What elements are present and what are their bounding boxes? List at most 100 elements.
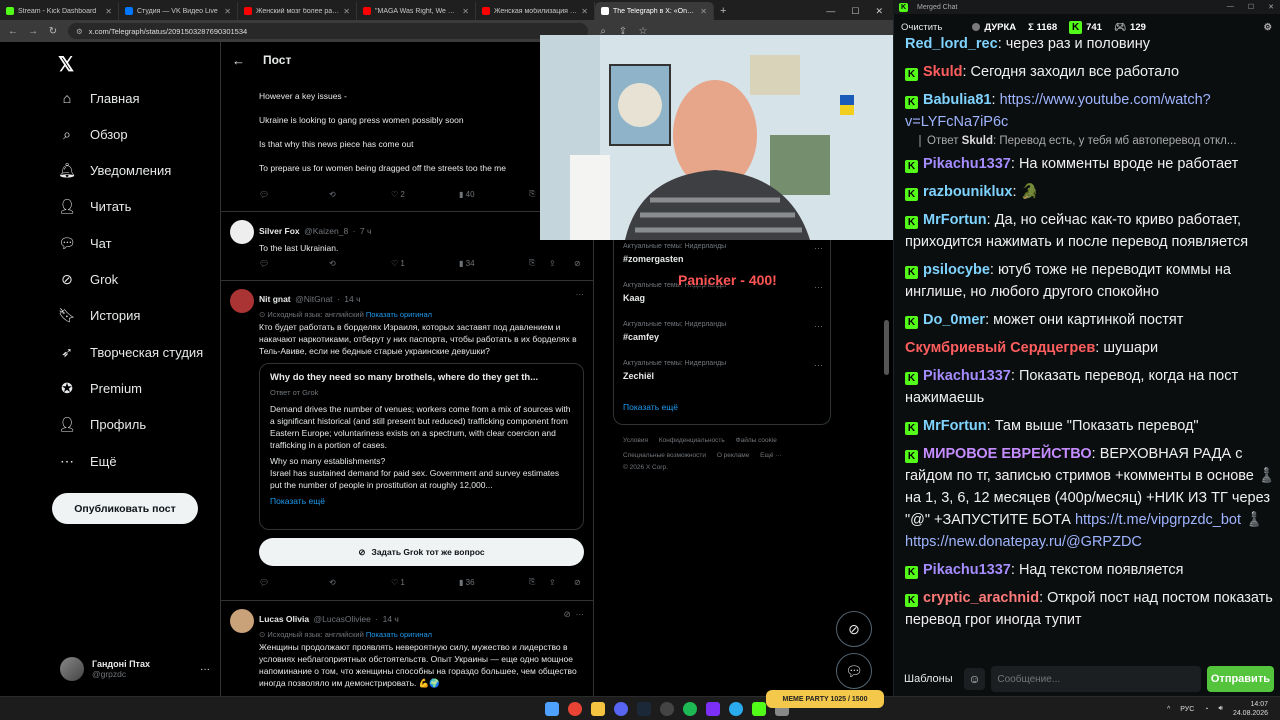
footer-links-2[interactable]: Специальные возможности О рекламе Ещё ··… xyxy=(623,452,782,459)
chat-username[interactable]: Pikachu1337 xyxy=(923,156,1011,172)
tab-close-icon[interactable]: ✕ xyxy=(343,7,350,16)
grok-icon[interactable]: ⊘ xyxy=(574,259,581,268)
chat-message-input[interactable] xyxy=(991,666,1201,692)
back-icon[interactable]: ← xyxy=(8,26,18,37)
user-name[interactable]: Silver Fox xyxy=(259,226,300,236)
avatar[interactable] xyxy=(230,220,254,244)
post-time[interactable]: 7 ч xyxy=(360,226,372,236)
nav-item-search[interactable]: ⌕ Обзор xyxy=(58,122,127,146)
repost-icon[interactable]: ⟲ xyxy=(329,259,391,268)
nav-item-more[interactable]: ⋯ Ещё xyxy=(58,449,117,473)
bookmark-icon[interactable]: ⎘ xyxy=(529,189,535,199)
tab-close-icon[interactable]: ✕ xyxy=(700,7,707,16)
templates-button[interactable]: Шаблоны xyxy=(899,673,958,685)
chat-username[interactable]: MrFortun xyxy=(923,418,987,434)
discord-icon[interactable] xyxy=(614,702,628,716)
minimize-icon[interactable]: — xyxy=(1227,3,1234,11)
tab-close-icon[interactable]: ✕ xyxy=(462,7,469,16)
browser-tab[interactable]: Женская мобилизация совсе✕ xyxy=(476,2,595,20)
account-switcher[interactable]: Гандоні Птах @grpzdc ··· xyxy=(60,654,210,684)
emoji-icon[interactable]: ☺ xyxy=(963,668,986,690)
site-info-icon[interactable]: ⚙ xyxy=(76,27,83,36)
clear-chat-button[interactable]: Очистить xyxy=(901,22,942,33)
clock[interactable]: 14:07 24.08.2026 xyxy=(1233,700,1268,718)
more-icon[interactable]: ··· xyxy=(814,282,823,292)
show-original-link[interactable]: Показать оригинал xyxy=(366,630,432,639)
reply-icon[interactable]: 💬︎ xyxy=(259,190,329,199)
nav-item-follow[interactable]: 👤︎ Читать xyxy=(58,195,131,219)
like-button[interactable]: ♡ 1 xyxy=(391,578,459,587)
url-field[interactable]: ⚙ x.com/Telegraph/status/209150328769030… xyxy=(68,23,588,39)
nav-item-home[interactable]: ⌂ Главная xyxy=(58,86,140,110)
repost-icon[interactable]: ⟲ xyxy=(329,190,391,199)
trend-item[interactable]: Актуальные темы: Нидерланды #zomergasten ·… xyxy=(623,243,823,264)
browser-tab[interactable]: Студия — VK Видео Live ✕ xyxy=(119,2,238,20)
app-icon[interactable] xyxy=(706,702,720,716)
chevron-up-icon[interactable]: ^ xyxy=(1167,706,1170,713)
new-tab-button[interactable]: + xyxy=(714,2,732,20)
chat-username[interactable]: MrFortun xyxy=(923,212,987,228)
more-icon[interactable]: ··· xyxy=(814,360,823,370)
maximize-icon[interactable]: ☐ xyxy=(851,6,859,17)
more-icon[interactable]: ⊘ ··· xyxy=(564,609,584,620)
show-more-trends-link[interactable]: Показать ещё xyxy=(623,402,678,412)
back-arrow-icon[interactable]: ← xyxy=(232,53,245,68)
views-button[interactable]: ▮ 36 xyxy=(459,578,529,587)
chat-username[interactable]: Скумбриевый Сердцегрев xyxy=(905,340,1095,356)
tab-close-icon[interactable]: ✕ xyxy=(224,7,231,16)
chrome-icon[interactable] xyxy=(568,702,582,716)
grok-icon[interactable]: ⊘ xyxy=(574,578,581,587)
user-handle[interactable]: @Kaizen_8 xyxy=(304,226,348,236)
like-button[interactable]: ♡ 1 xyxy=(391,259,459,268)
kick-app-icon[interactable] xyxy=(752,702,766,716)
share-icon[interactable]: ⇪ xyxy=(549,578,574,587)
close-icon[interactable]: ✕ xyxy=(1268,3,1274,11)
folder-icon[interactable] xyxy=(591,702,605,716)
repost-icon[interactable]: ⟲ xyxy=(329,578,391,587)
wifi-icon[interactable]: ◔ xyxy=(1204,706,1208,713)
grok-floating-button[interactable]: ⊘ xyxy=(836,611,872,647)
avatar[interactable] xyxy=(230,289,254,313)
chat-username[interactable]: Pikachu1337 xyxy=(923,368,1011,384)
avatar[interactable] xyxy=(230,609,254,633)
grok-answer-card[interactable]: Why do they need so many brothels, where… xyxy=(259,363,584,530)
chat-username[interactable]: Babulia81 xyxy=(923,92,992,108)
lang-indicator[interactable]: РУС xyxy=(1180,706,1194,713)
telegram-icon[interactable] xyxy=(729,702,743,716)
maximize-icon[interactable]: ☐ xyxy=(1248,3,1254,11)
trend-item[interactable]: Актуальные темы: Нидерланды #camfey ··· xyxy=(623,321,823,342)
settings-icon[interactable]: ⚙ xyxy=(1263,22,1272,33)
publish-post-button[interactable]: Опубликовать пост xyxy=(52,493,198,524)
chat-username[interactable]: Do_0mer xyxy=(923,312,985,328)
scrollbar-thumb[interactable] xyxy=(884,320,889,375)
browser-tab[interactable]: The Telegraph в X: «One of the ✕ xyxy=(595,2,714,20)
share-icon[interactable]: ⇪ xyxy=(549,259,574,268)
tab-close-icon[interactable]: ✕ xyxy=(105,7,112,16)
user-name[interactable]: Lucas Olivia xyxy=(259,614,309,624)
nav-item-chat[interactable]: 💬︎ Чат xyxy=(58,231,111,255)
chat-username[interactable]: cryptic_arachnid xyxy=(923,590,1039,606)
spotify-icon[interactable] xyxy=(683,702,697,716)
post-time[interactable]: 14 ч xyxy=(344,294,360,304)
views-button[interactable]: ▮ 40 xyxy=(459,190,529,199)
footer-links[interactable]: Условия Конфиденциальность Файлы cookie xyxy=(623,437,777,444)
nav-item-bookmark[interactable]: 🔖︎ История xyxy=(58,304,140,328)
send-button[interactable]: Отправить xyxy=(1206,666,1274,692)
chat-username[interactable]: Pikachu1337 xyxy=(923,562,1011,578)
show-more-link[interactable]: Показать ещё xyxy=(270,496,573,506)
browser-tab[interactable]: "MAGA Was Right, We Were C✕ xyxy=(357,2,476,20)
bookmark-icon[interactable]: ⎘ xyxy=(529,577,549,587)
x-logo-icon[interactable]: 𝕏 xyxy=(58,52,74,77)
nav-item-grok[interactable]: ⊘ Grok xyxy=(58,268,118,292)
tab-close-icon[interactable]: ✕ xyxy=(581,7,588,16)
more-icon[interactable]: ··· xyxy=(814,243,823,253)
trend-item[interactable]: Актуальные темы: Нидерланды Zechiël ··· xyxy=(623,360,823,381)
nav-item-bell[interactable]: 🔔︎ Уведомления xyxy=(58,159,171,183)
forward-icon[interactable]: → xyxy=(28,26,38,37)
chat-username[interactable]: psilocybe xyxy=(923,262,990,278)
views-button[interactable]: ▮ 34 xyxy=(459,259,529,268)
chat-username[interactable]: Skuld xyxy=(923,64,962,80)
post-time[interactable]: 14 ч xyxy=(383,614,399,624)
steam-icon[interactable] xyxy=(637,702,651,716)
close-icon[interactable]: ✕ xyxy=(875,6,883,17)
